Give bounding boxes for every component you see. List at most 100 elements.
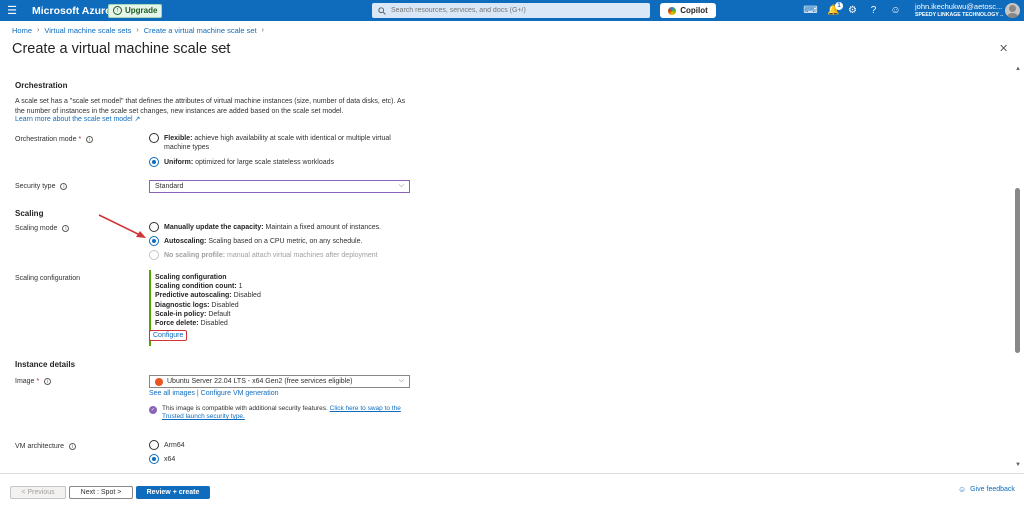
condition-key: Scaling condition count: bbox=[155, 283, 237, 291]
diag-val: Disabled bbox=[211, 301, 239, 309]
required-marker: * bbox=[36, 378, 40, 385]
search-input[interactable] bbox=[391, 7, 641, 14]
security-type-select[interactable]: Standard ⌵ bbox=[149, 180, 410, 193]
hamburger-icon[interactable]: ☰ bbox=[0, 0, 24, 21]
next-spot-button[interactable]: Next : Spot > bbox=[69, 486, 133, 499]
security-type-label: Security type i bbox=[15, 183, 68, 190]
breadcrumb-create[interactable]: Create a virtual machine scale set bbox=[144, 26, 257, 35]
info-icon[interactable]: i bbox=[44, 378, 52, 385]
more-options-icon[interactable]: ··· bbox=[217, 43, 229, 53]
copilot-icon bbox=[668, 6, 677, 15]
learn-more-label: Learn more about the scale set model bbox=[15, 116, 133, 123]
uniform-desc: optimized for large scale stateless work… bbox=[195, 159, 335, 166]
scroll-down-icon[interactable]: ▼ bbox=[1014, 461, 1022, 469]
arch-x64-option[interactable]: x64 bbox=[149, 454, 175, 464]
footer-bar: < Previous Next : Spot > Review + create… bbox=[0, 473, 1024, 511]
close-icon[interactable]: ✕ bbox=[999, 42, 1008, 55]
flexible-radio[interactable] bbox=[149, 133, 159, 143]
form-content: Orchestration A scale set has a "scale s… bbox=[0, 62, 1012, 472]
predictive-key: Predictive autoscaling: bbox=[155, 292, 232, 300]
image-value: Ubuntu Server 22.04 LTS - x64 Gen2 (free… bbox=[167, 378, 353, 385]
scaling-manual-option[interactable]: Manually update the capacity: Maintain a… bbox=[149, 222, 382, 232]
previous-button[interactable]: < Previous bbox=[10, 486, 66, 499]
review-create-button[interactable]: Review + create bbox=[136, 486, 210, 499]
global-search-box[interactable] bbox=[372, 3, 650, 18]
arch-arm64-option[interactable]: Arm64 bbox=[149, 440, 185, 450]
condition-val: 1 bbox=[238, 283, 243, 291]
no-scaling-radio bbox=[149, 250, 159, 260]
orchestration-uniform-option[interactable]: Uniform: optimized for large scale state… bbox=[149, 157, 335, 167]
scroll-up-icon[interactable]: ▲ bbox=[1014, 65, 1022, 73]
scrollbar-thumb[interactable] bbox=[1015, 188, 1020, 353]
image-label-text: Image bbox=[15, 378, 35, 385]
external-link-icon: ↗ bbox=[134, 116, 141, 123]
feedback-person-icon[interactable]: ☺ bbox=[888, 3, 903, 18]
arm64-label: Arm64 bbox=[164, 442, 185, 449]
autoscaling-radio[interactable] bbox=[149, 236, 159, 246]
manual-radio[interactable] bbox=[149, 222, 159, 232]
diagnostic-row: Diagnostic logs: Disabled bbox=[155, 301, 269, 310]
x64-radio[interactable] bbox=[149, 454, 159, 464]
breadcrumb-vmss[interactable]: Virtual machine scale sets bbox=[44, 26, 131, 35]
account-menu[interactable]: john.ikechukwu@aetosc... SPEEDY LINKAGE … bbox=[915, 2, 1003, 18]
ubuntu-icon bbox=[155, 377, 163, 386]
page-title: Create a virtual machine scale set bbox=[12, 41, 231, 57]
scalein-key: Scale-in policy: bbox=[155, 310, 207, 318]
instance-details-heading: Instance details bbox=[15, 360, 76, 369]
avatar[interactable] bbox=[1005, 3, 1020, 18]
brand-name[interactable]: Microsoft Azure bbox=[32, 5, 111, 17]
orchestration-mode-text: Orchestration mode bbox=[15, 136, 77, 143]
configure-vm-generation-link[interactable]: Configure VM generation bbox=[201, 390, 279, 397]
chevron-down-icon: ⌵ bbox=[398, 377, 404, 384]
predictive-row: Predictive autoscaling: Disabled bbox=[155, 291, 269, 300]
give-feedback-link[interactable]: ☺ Give feedback bbox=[958, 485, 1015, 494]
see-all-images-link[interactable]: See all images bbox=[149, 390, 195, 397]
chevron-right-icon: › bbox=[136, 27, 139, 34]
uniform-radio[interactable] bbox=[149, 157, 159, 167]
vm-architecture-text: VM architecture bbox=[15, 443, 65, 450]
learn-more-link[interactable]: Learn more about the scale set model ↗ bbox=[15, 115, 140, 123]
help-icon[interactable]: ? bbox=[866, 3, 881, 18]
settings-gear-icon[interactable]: ⚙ bbox=[845, 3, 860, 18]
orchestration-heading: Orchestration bbox=[15, 81, 68, 90]
condition-count-row: Scaling condition count: 1 bbox=[155, 282, 269, 291]
upgrade-button[interactable]: ↑ Upgrade bbox=[108, 3, 163, 18]
orchestration-mode-label: Orchestration mode * i bbox=[15, 136, 94, 143]
upgrade-label: Upgrade bbox=[125, 6, 158, 15]
force-key: Force delete: bbox=[155, 320, 199, 328]
info-icon[interactable]: i bbox=[60, 183, 68, 190]
breadcrumb: Home › Virtual machine scale sets › Crea… bbox=[12, 26, 269, 35]
force-delete-row: Force delete: Disabled bbox=[155, 319, 269, 328]
info-icon[interactable]: i bbox=[62, 225, 70, 232]
scaling-configuration-label: Scaling configuration bbox=[15, 275, 80, 282]
orchestration-flexible-option[interactable]: Flexible: achieve high availability at s… bbox=[149, 133, 411, 152]
breadcrumb-home[interactable]: Home bbox=[12, 26, 32, 35]
manual-desc: Maintain a fixed amount of instances. bbox=[265, 224, 382, 231]
arm64-radio[interactable] bbox=[149, 440, 159, 450]
feedback-icon: ☺ bbox=[958, 485, 967, 494]
image-select[interactable]: Ubuntu Server 22.04 LTS - x64 Gen2 (free… bbox=[149, 375, 410, 388]
none-title: No scaling profile: bbox=[164, 252, 226, 259]
shield-check-icon: ✓ bbox=[149, 406, 157, 414]
scaling-none-option: No scaling profile: manual attach virtua… bbox=[149, 250, 378, 260]
give-feedback-label: Give feedback bbox=[970, 486, 1015, 493]
flexible-title: Flexible: bbox=[164, 135, 193, 142]
security-type-value: Standard bbox=[155, 183, 184, 190]
vertical-scrollbar[interactable]: ▲ ▼ bbox=[1014, 65, 1022, 473]
force-val: Disabled bbox=[200, 320, 228, 328]
uniform-title: Uniform: bbox=[164, 159, 194, 166]
notifications-icon[interactable]: 🔔 1 bbox=[826, 2, 843, 18]
notification-badge: 1 bbox=[835, 2, 843, 10]
top-navigation-bar: ☰ Microsoft Azure ↑ Upgrade Copilot ⌨ 🔔 … bbox=[0, 0, 1024, 21]
orchestration-description: A scale set has a "scale set model" that… bbox=[15, 98, 406, 115]
info-icon[interactable]: i bbox=[69, 443, 77, 450]
configure-link[interactable]: Configure bbox=[149, 330, 188, 341]
info-icon[interactable]: i bbox=[86, 136, 94, 143]
scaling-config-heading: Scaling configuration bbox=[155, 274, 227, 281]
scalein-val: Default bbox=[208, 310, 231, 318]
scaling-autoscaling-option[interactable]: Autoscaling: Scaling based on a CPU metr… bbox=[149, 236, 362, 246]
cloud-shell-icon[interactable]: ⌨ bbox=[803, 3, 818, 18]
copilot-button[interactable]: Copilot bbox=[660, 3, 716, 18]
link-divider: | bbox=[196, 390, 199, 397]
image-links: See all images | Configure VM generation bbox=[149, 390, 278, 397]
